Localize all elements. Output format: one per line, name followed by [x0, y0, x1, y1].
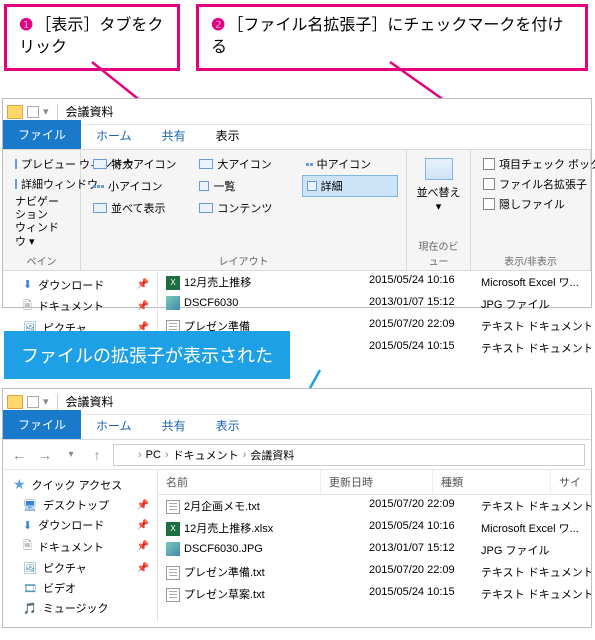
folder-icon: [7, 395, 23, 409]
col-type[interactable]: 種類: [433, 470, 551, 494]
file-row[interactable]: DSCF60302013/01/07 15:12JPG ファイル: [158, 293, 591, 315]
ribbon-group-label-layout: レイアウト: [89, 251, 398, 268]
explorer-window-2: ▾ 会議資料 ファイル ホーム 共有 表示 ← → ▾ ↑ › PC › ドキュ…: [2, 388, 592, 628]
layout-tiles[interactable]: 並べて表示: [89, 198, 185, 218]
callout-1-num: ❶: [19, 17, 33, 34]
detail-window-button[interactable]: 詳細ウィンドウ: [11, 174, 72, 194]
tab-file[interactable]: ファイル: [3, 410, 81, 439]
tab-home[interactable]: ホーム: [81, 412, 147, 439]
ribbon-group-label-current: 現在のビュー: [415, 236, 462, 268]
item-checkbox-toggle[interactable]: 項目チェック ボックス: [479, 154, 582, 174]
sort-icon: [425, 158, 453, 180]
file-row[interactable]: DSCF6030.JPG2013/01/07 15:12JPG ファイル: [158, 539, 591, 561]
ribbon-group-show: 項目チェック ボックス ファイル名拡張子 隠しファイル 表示/非表示: [471, 150, 591, 270]
window-title: 会議資料: [66, 393, 114, 410]
callout-result: ファイルの拡張子が表示された: [4, 331, 290, 379]
tab-view[interactable]: 表示: [201, 122, 255, 149]
col-date[interactable]: 更新日時: [321, 470, 433, 494]
file-row[interactable]: X12月売上推移2015/05/24 10:16Microsoft Excel …: [158, 271, 591, 293]
dropdown-icon[interactable]: ▾: [43, 105, 49, 118]
breadcrumb-documents[interactable]: ドキュメント: [173, 447, 239, 463]
callout-1: ❶［表示］タブをクリック: [4, 4, 180, 71]
hidden-files-toggle[interactable]: 隠しファイル: [479, 194, 582, 214]
file-row[interactable]: X12月売上推移.xlsx2015/05/24 10:16Microsoft E…: [158, 517, 591, 539]
file-row[interactable]: プレゼン草案.txt2015/05/24 10:15テキスト ドキュメント: [158, 583, 591, 605]
address-bar: ← → ▾ ↑ › PC › ドキュメント › 会議資料: [3, 440, 591, 470]
col-name[interactable]: 名前: [158, 470, 321, 494]
quick-access-icon[interactable]: [27, 396, 39, 408]
back-button[interactable]: ←: [9, 445, 29, 465]
sidebar-music[interactable]: 🎵ミュージック: [3, 598, 157, 618]
sidebar-videos[interactable]: 🎞ビデオ: [3, 578, 157, 598]
sidebar-quick-access[interactable]: ★クイック アクセス: [3, 474, 157, 495]
folder-icon: [7, 105, 23, 119]
ribbon-tabs: ファイル ホーム 共有 表示: [3, 415, 591, 439]
ribbon-group-label-show: 表示/非表示: [479, 251, 582, 268]
file-list: 名前 更新日時 種類 サイ 2月企画メモ.txt2015/07/20 22:09…: [158, 470, 591, 622]
tab-view[interactable]: 表示: [201, 412, 255, 439]
layout-medium[interactable]: 中アイコン: [302, 154, 398, 174]
nav-window-button[interactable]: ナビゲーション ウィンドウ ▾: [11, 194, 72, 251]
layout-content[interactable]: コンテンツ: [195, 198, 291, 218]
layout-details[interactable]: 詳細: [302, 175, 398, 197]
layout-list[interactable]: 一覧: [195, 175, 291, 197]
sidebar-desktop[interactable]: 🖥デスクトップ📌: [3, 495, 157, 515]
ribbon-group-pane: プレビュー ウィンドウ 詳細ウィンドウ ナビゲーション ウィンドウ ▾ ペイン: [3, 150, 81, 270]
filename-ext-toggle[interactable]: ファイル名拡張子: [479, 174, 582, 194]
file-row[interactable]: プレゼン準備.txt2015/07/20 22:09テキスト ドキュメント: [158, 561, 591, 583]
breadcrumb-folder[interactable]: 会議資料: [250, 447, 294, 463]
recent-button[interactable]: ▾: [61, 445, 81, 465]
folder-icon: [120, 449, 134, 461]
preview-window-button[interactable]: プレビュー ウィンドウ: [11, 154, 72, 174]
col-size[interactable]: サイ: [551, 470, 591, 494]
quick-access-icon[interactable]: [27, 106, 39, 118]
sort-button[interactable]: 並べ替え ▾: [415, 184, 462, 213]
sidebar-documents[interactable]: 🗎ドキュメント📌: [3, 535, 157, 558]
dropdown-icon[interactable]: ▾: [43, 395, 49, 408]
list-header[interactable]: 名前 更新日時 種類 サイ: [158, 470, 591, 495]
sidebar-pictures[interactable]: 🖼ピクチャ📌: [3, 558, 157, 578]
tab-share[interactable]: 共有: [147, 412, 201, 439]
layout-xlarge[interactable]: 特大アイコン: [89, 154, 185, 174]
ribbon-tabs: ファイル ホーム 共有 表示: [3, 125, 591, 149]
breadcrumb-pc[interactable]: PC: [146, 449, 161, 461]
layout-large[interactable]: 大アイコン: [195, 154, 291, 174]
callout-1-text: ［表示］タブをクリック: [19, 17, 163, 56]
explorer-window-1: ▾ 会議資料 ファイル ホーム 共有 表示 プレビュー ウィンドウ 詳細ウィンド…: [2, 98, 592, 308]
ribbon-group-layout: 特大アイコン 大アイコン 中アイコン 小アイコン 一覧 詳細 並べて表示 コンテ…: [81, 150, 407, 270]
tab-home[interactable]: ホーム: [81, 122, 147, 149]
window-title: 会議資料: [66, 103, 114, 120]
callout-2-num: ❷: [211, 17, 225, 34]
ribbon-group-label-pane: ペイン: [11, 251, 72, 268]
sidebar-downloads[interactable]: ⬇ダウンロード📌: [3, 515, 157, 535]
tab-share[interactable]: 共有: [147, 122, 201, 149]
tab-file[interactable]: ファイル: [3, 120, 81, 149]
ribbon-group-current: 並べ替え ▾ 現在のビュー: [407, 150, 471, 270]
file-row[interactable]: 2月企画メモ.txt2015/07/20 22:09テキスト ドキュメント: [158, 495, 591, 517]
forward-button[interactable]: →: [35, 445, 55, 465]
sidebar: ★クイック アクセス 🖥デスクトップ📌 ⬇ダウンロード📌 🗎ドキュメント📌 🖼ピ…: [3, 470, 158, 622]
address-box[interactable]: › PC › ドキュメント › 会議資料: [113, 444, 585, 466]
callout-2: ❷［ファイル名拡張子］にチェックマークを付ける: [196, 4, 588, 71]
callout-2-text: ［ファイル名拡張子］にチェックマークを付ける: [211, 17, 563, 56]
sidebar-documents[interactable]: 🗎ドキュメント📌: [3, 295, 157, 318]
ribbon: プレビュー ウィンドウ 詳細ウィンドウ ナビゲーション ウィンドウ ▾ ペイン …: [3, 149, 591, 271]
sidebar-downloads[interactable]: ⬇ダウンロード📌: [3, 275, 157, 295]
layout-small[interactable]: 小アイコン: [89, 175, 185, 197]
up-button[interactable]: ↑: [87, 445, 107, 465]
